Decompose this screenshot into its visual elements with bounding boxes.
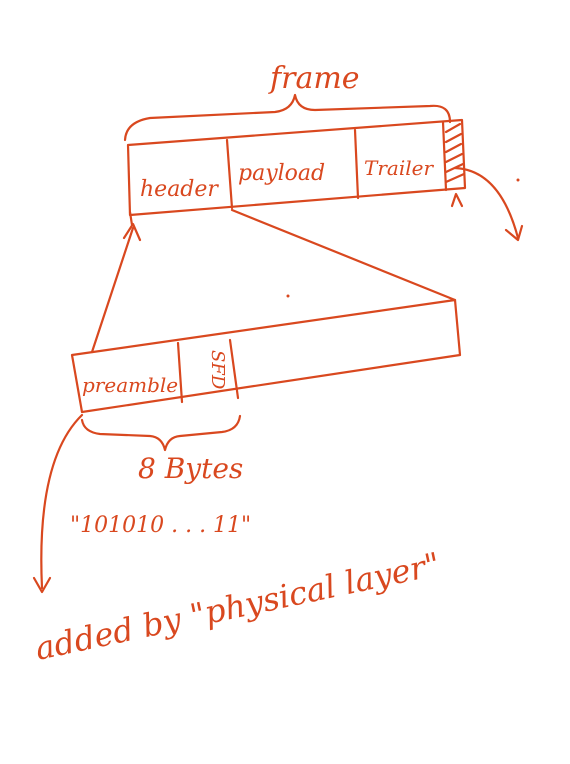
up-arrow xyxy=(90,226,135,354)
tail-up-arrowhead xyxy=(450,192,464,208)
preamble-divider xyxy=(176,341,184,404)
dot-mark xyxy=(516,178,520,182)
frame-structure-diagram: frame header payload Trailer preamble SF… xyxy=(32,61,524,668)
payload-label: payload xyxy=(238,161,325,186)
trailer-label: Trailer xyxy=(364,156,434,180)
header-label: header xyxy=(140,177,219,202)
expansion-line-top xyxy=(230,208,457,302)
dot-mark-2 xyxy=(286,294,290,298)
byte-count-label: 8 Bytes xyxy=(138,452,243,485)
payload-divider xyxy=(353,128,360,200)
header-divider xyxy=(225,138,234,210)
bytes-brace xyxy=(80,414,242,452)
note-arrow xyxy=(40,413,84,590)
bit-pattern-label: "101010 . . . 11" xyxy=(70,513,251,538)
preamble-label: preamble xyxy=(82,373,178,397)
physical-layer-note: added by "physical layer" xyxy=(32,545,444,668)
trailer-tail-hatching xyxy=(444,122,466,184)
frame-label: frame xyxy=(268,61,360,96)
sfd-label: SFD xyxy=(207,350,228,390)
